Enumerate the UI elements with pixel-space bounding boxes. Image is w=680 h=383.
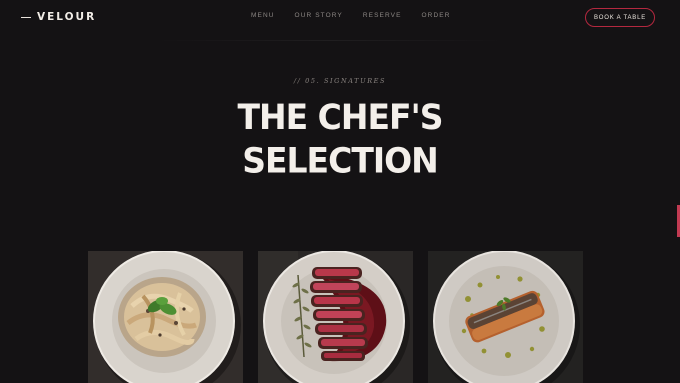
dish-image-steak	[258, 251, 413, 383]
book-table-button[interactable]: BOOK A TABLE	[585, 8, 655, 27]
dish-card-pasta[interactable]	[88, 251, 243, 383]
dish-card-salmon[interactable]	[428, 251, 583, 383]
nav-link-reserve[interactable]: RESERVE	[363, 12, 402, 19]
divider	[155, 40, 505, 41]
nav-link-our-story[interactable]: OUR STORY	[295, 12, 343, 19]
dish-image-pasta	[88, 251, 243, 383]
dish-image-salmon	[428, 251, 583, 383]
nav-links: MENU OUR STORY RESERVE ORDER	[251, 12, 451, 19]
title-line-1: THE CHEF'S	[237, 96, 444, 138]
brand-logo[interactable]: VELOUR	[21, 11, 96, 23]
top-navigation: VELOUR MENU OUR STORY RESERVE ORDER BOOK…	[0, 0, 680, 36]
nav-link-menu[interactable]: MENU	[251, 12, 275, 19]
title-line-2: SELECTION	[242, 139, 439, 181]
section-eyebrow: // 05. SIGNATURES	[293, 77, 387, 85]
nav-link-order[interactable]: ORDER	[422, 12, 451, 19]
dish-card-steak[interactable]	[258, 251, 413, 383]
logo-text: VELOUR	[37, 11, 97, 23]
section-title: THE CHEF'S SELECTION	[0, 95, 680, 182]
logo-dash	[21, 16, 31, 18]
